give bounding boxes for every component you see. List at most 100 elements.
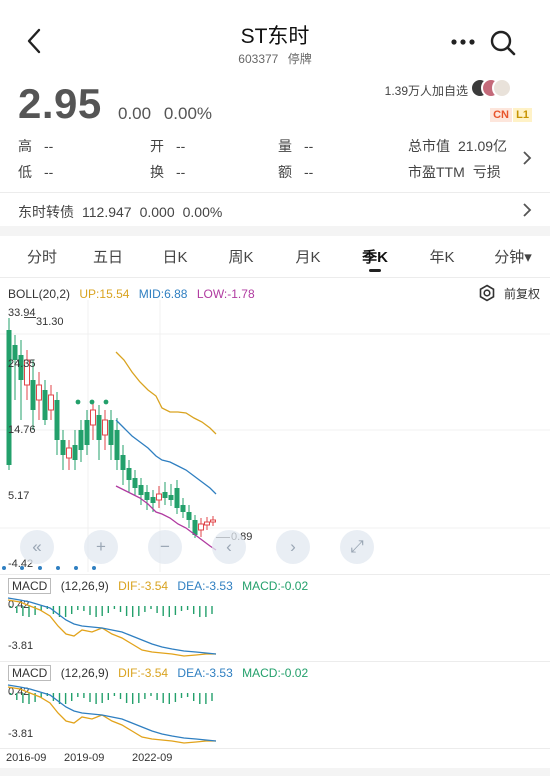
boll-mid: MID:6.88 [138,287,188,301]
candle-body [108,420,114,445]
candle-body [150,497,156,503]
macd-bar [138,606,140,616]
macd-bar [89,606,91,615]
macd-bar [174,606,177,615]
boll-middle-line [115,419,217,495]
macd-bar [150,606,152,609]
change-percent: 0.00% [163,104,213,123]
pan-left-button[interactable]: ‹ [212,530,246,564]
candle-body [42,390,48,420]
stat-turnover: 换 -- [150,164,186,180]
stat-high: 高 -- [18,138,54,154]
macd-bar [83,693,85,698]
watchlist-count[interactable]: 1.39万人加自选 [385,82,468,99]
stat-market-cap: 总市值 21.09亿 [408,138,508,154]
candle-body [84,420,90,445]
macd-bar [205,693,207,704]
plus-icon: + [96,537,106,556]
macd-bar [16,693,18,700]
macd-bar [77,606,79,610]
period-tabs: 分时 五日 日K 周K 月K 季K 年K 分钟▾ [0,236,550,276]
macd-bar [125,693,128,703]
candle-body [96,415,102,440]
candle-body [186,512,192,520]
macd-bar [95,606,97,617]
macd1-chart [7,597,217,657]
search-button[interactable] [488,28,518,58]
candle-body [66,447,72,459]
macd-bar [150,693,152,696]
macd-bar [89,693,91,702]
bond-chevron[interactable] [520,200,534,220]
kline-chart[interactable] [0,300,550,572]
tab-five-day[interactable]: 五日 [73,246,143,267]
macd-bar [144,606,146,612]
event-marker [56,566,60,570]
stat-low: 低 -- [18,164,54,180]
macd-bar [211,606,213,614]
candle-body [204,521,210,526]
macd-bar [132,606,134,617]
event-marker [2,566,6,570]
section-gap [0,226,550,236]
stat-pe-ttm: 市盈TTM 亏损 [408,164,501,180]
macd1-histogram [10,606,213,617]
convertible-bond-row[interactable]: 东时转债 112.947 0.000 0.00% [18,202,230,222]
macd-bar [64,606,67,617]
tab-weekly-k[interactable]: 周K [206,246,276,267]
macd-bar [205,606,207,617]
fullscreen-button[interactable]: ⤢ [340,530,374,564]
chevron-right-icon [523,203,532,217]
macd2-histogram [10,693,213,704]
tab-quarterly-k[interactable]: 季K [340,246,410,267]
more-button[interactable] [448,32,478,52]
candle-body [162,492,168,498]
zoom-out-button[interactable]: − [148,530,182,564]
candle-body [48,394,54,411]
macd-bar [71,606,73,614]
tab-monthly-k[interactable]: 月K [273,246,343,267]
tab-minute[interactable]: 分钟▾ [478,246,548,267]
macd1-params: (12,26,9) [60,579,109,593]
macd-bar [168,606,170,617]
zoom-back-button[interactable]: « [20,530,54,564]
macd-bar [101,693,103,703]
macd1-dif-line [7,599,216,657]
macd2-dif-line [7,686,216,744]
macd-bar [132,693,134,704]
stats-expand-button[interactable] [520,148,534,168]
macd1-legend: MACD (12,26,9) DIF:-3.54 DEA:-3.53 MACD:… [8,578,314,594]
active-tab-indicator [369,269,381,272]
tab-yearly-k[interactable]: 年K [407,246,477,267]
candle-body [198,523,204,531]
macd-bar [144,693,146,699]
bottom-bar [0,768,550,776]
tab-daily-k[interactable]: 日K [140,246,210,267]
chevron-right-icon [523,151,532,165]
x-axis-label-1: 2016-09 [6,752,47,764]
candle-body [6,330,12,465]
macd-bar [28,693,30,704]
max-marker-line [24,317,36,318]
candle-body [132,478,138,488]
macd-bar [162,606,164,616]
tab-intraday[interactable]: 分时 [7,246,77,267]
x-axis-label-2: 2019-09 [64,752,105,764]
y-axis-tick-3: 14.76 [8,424,36,436]
stock-code-status: 603377 停牌 [0,50,550,67]
candle-body [36,384,42,401]
expand-icon: ⤢ [350,537,364,556]
macd1-dif: DIF:-3.54 [118,579,169,593]
macd1-name[interactable]: MACD [8,578,52,594]
macd2-name[interactable]: MACD [8,665,52,681]
pan-right-button[interactable]: › [276,530,310,564]
follower-avatars[interactable] [470,78,514,100]
macd-bar [28,606,30,617]
event-marker [38,566,42,570]
market-badge-cn: CN [490,108,512,122]
zoom-in-button[interactable]: + [84,530,118,564]
candle-body [60,440,66,455]
macd-bar [113,693,116,696]
macd-bar [125,606,128,616]
event-marker [75,399,81,405]
